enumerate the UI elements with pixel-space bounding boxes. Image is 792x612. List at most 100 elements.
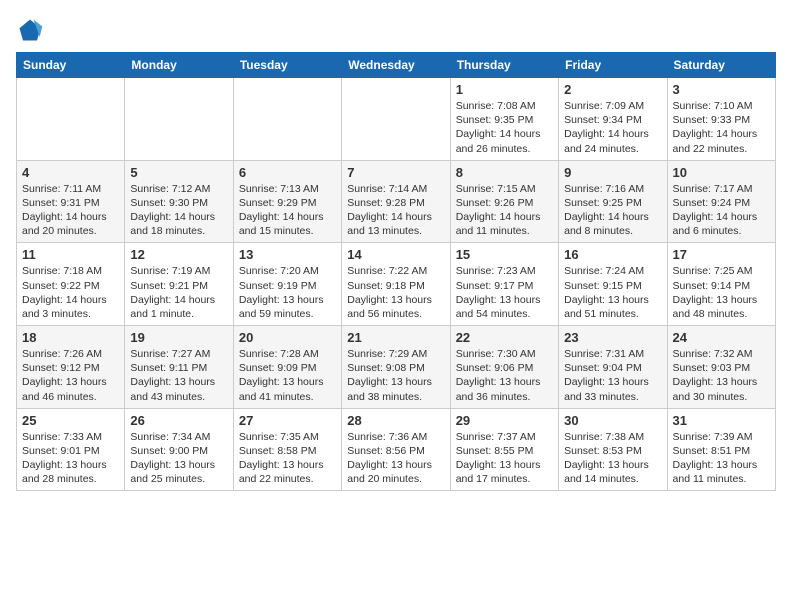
day-info: Sunrise: 7:26 AM Sunset: 9:12 PM Dayligh… [22, 347, 119, 404]
day-info: Sunrise: 7:22 AM Sunset: 9:18 PM Dayligh… [347, 264, 444, 321]
day-number: 16 [564, 247, 661, 262]
day-info: Sunrise: 7:36 AM Sunset: 8:56 PM Dayligh… [347, 430, 444, 487]
day-info: Sunrise: 7:18 AM Sunset: 9:22 PM Dayligh… [22, 264, 119, 321]
day-info: Sunrise: 7:13 AM Sunset: 9:29 PM Dayligh… [239, 182, 336, 239]
day-info: Sunrise: 7:14 AM Sunset: 9:28 PM Dayligh… [347, 182, 444, 239]
day-number: 3 [673, 82, 770, 97]
weekday-header-sunday: Sunday [17, 53, 125, 78]
calendar-cell: 22Sunrise: 7:30 AM Sunset: 9:06 PM Dayli… [450, 326, 558, 409]
day-info: Sunrise: 7:31 AM Sunset: 9:04 PM Dayligh… [564, 347, 661, 404]
weekday-header-friday: Friday [559, 53, 667, 78]
calendar-cell: 10 Sunrise: 7:17 AM Sunset: 9:24 PM Dayli… [667, 160, 775, 243]
day-number: 8 [456, 165, 553, 180]
day-info: Sunrise: 7:08 AM Sunset: 9:35 PM Dayligh… [456, 99, 553, 156]
calendar-week-row: 1 Sunrise: 7:08 AM Sunset: 9:35 PM Daylig… [17, 78, 776, 161]
weekday-header-monday: Monday [125, 53, 233, 78]
calendar-cell: 23 Sunrise: 7:31 AM Sunset: 9:04 PM Dayli… [559, 326, 667, 409]
calendar-cell: 25 Sunrise: 7:33 AM Sunset: 9:01 PM Dayli… [17, 408, 125, 491]
day-info: Sunrise: 7:09 AM Sunset: 9:34 PM Dayligh… [564, 99, 661, 156]
calendar-cell: 21 Sunrise: 7:29 AM Sunset: 9:08 PM Dayli… [342, 326, 450, 409]
day-info: Sunrise: 7:16 AM Sunset: 9:25 PM Dayligh… [564, 182, 661, 239]
day-number: 15 [456, 247, 553, 262]
day-number: 21 [347, 330, 444, 345]
calendar-cell: 6 Sunrise: 7:13 AM Sunset: 9:29 PM Daylig… [233, 160, 341, 243]
calendar-cell: 16 Sunrise: 7:24 AM Sunset: 9:15 PM Dayli… [559, 243, 667, 326]
day-number: 27 [239, 413, 336, 428]
page-header [16, 16, 776, 44]
day-number: 25 [22, 413, 119, 428]
day-number: 12 [130, 247, 227, 262]
calendar-cell: 2 Sunrise: 7:09 AM Sunset: 9:34 PM Daylig… [559, 78, 667, 161]
day-info: Sunrise: 7:38 AM Sunset: 8:53 PM Dayligh… [564, 430, 661, 487]
calendar-cell: 28 Sunrise: 7:36 AM Sunset: 8:56 PM Dayli… [342, 408, 450, 491]
weekday-header-thursday: Thursday [450, 53, 558, 78]
calendar-cell: 30 Sunrise: 7:38 AM Sunset: 8:53 PM Dayli… [559, 408, 667, 491]
day-number: 6 [239, 165, 336, 180]
calendar-cell: 4Sunrise: 7:11 AM Sunset: 9:31 PM Daylig… [17, 160, 125, 243]
day-number: 19 [130, 330, 227, 345]
calendar-cell: 27 Sunrise: 7:35 AM Sunset: 8:58 PM Dayli… [233, 408, 341, 491]
day-number: 20 [239, 330, 336, 345]
calendar-week-row: 18 Sunrise: 7:26 AM Sunset: 9:12 PM Dayli… [17, 326, 776, 409]
calendar-cell: 9Sunrise: 7:16 AM Sunset: 9:25 PM Daylig… [559, 160, 667, 243]
day-number: 7 [347, 165, 444, 180]
weekday-header-tuesday: Tuesday [233, 53, 341, 78]
calendar-cell: 29 Sunrise: 7:37 AM Sunset: 8:55 PM Dayli… [450, 408, 558, 491]
day-info: Sunrise: 7:33 AM Sunset: 9:01 PM Dayligh… [22, 430, 119, 487]
day-number: 26 [130, 413, 227, 428]
calendar-cell: 3 Sunrise: 7:10 AM Sunset: 9:33 PM Daylig… [667, 78, 775, 161]
day-info: Sunrise: 7:10 AM Sunset: 9:33 PM Dayligh… [673, 99, 770, 156]
calendar-cell [233, 78, 341, 161]
day-info: Sunrise: 7:15 AM Sunset: 9:26 PM Dayligh… [456, 182, 553, 239]
day-number: 1 [456, 82, 553, 97]
calendar-cell: 11Sunrise: 7:18 AM Sunset: 9:22 PM Dayli… [17, 243, 125, 326]
day-info: Sunrise: 7:17 AM Sunset: 9:24 PM Dayligh… [673, 182, 770, 239]
calendar-table: SundayMondayTuesdayWednesdayThursdayFrid… [16, 52, 776, 491]
day-info: Sunrise: 7:24 AM Sunset: 9:15 PM Dayligh… [564, 264, 661, 321]
day-info: Sunrise: 7:39 AM Sunset: 8:51 PM Dayligh… [673, 430, 770, 487]
calendar-cell [17, 78, 125, 161]
weekday-header-wednesday: Wednesday [342, 53, 450, 78]
day-info: Sunrise: 7:25 AM Sunset: 9:14 PM Dayligh… [673, 264, 770, 321]
calendar-cell: 17Sunrise: 7:25 AM Sunset: 9:14 PM Dayli… [667, 243, 775, 326]
calendar-cell: 15 Sunrise: 7:23 AM Sunset: 9:17 PM Dayli… [450, 243, 558, 326]
calendar-cell: 1 Sunrise: 7:08 AM Sunset: 9:35 PM Daylig… [450, 78, 558, 161]
day-info: Sunrise: 7:23 AM Sunset: 9:17 PM Dayligh… [456, 264, 553, 321]
day-number: 29 [456, 413, 553, 428]
calendar-cell: 24 Sunrise: 7:32 AM Sunset: 9:03 PM Dayli… [667, 326, 775, 409]
day-info: Sunrise: 7:37 AM Sunset: 8:55 PM Dayligh… [456, 430, 553, 487]
calendar-cell: 19 Sunrise: 7:27 AM Sunset: 9:11 PM Dayli… [125, 326, 233, 409]
calendar-week-row: 11Sunrise: 7:18 AM Sunset: 9:22 PM Dayli… [17, 243, 776, 326]
calendar-cell: 20 Sunrise: 7:28 AM Sunset: 9:09 PM Dayli… [233, 326, 341, 409]
day-number: 5 [130, 165, 227, 180]
day-info: Sunrise: 7:35 AM Sunset: 8:58 PM Dayligh… [239, 430, 336, 487]
day-info: Sunrise: 7:11 AM Sunset: 9:31 PM Dayligh… [22, 182, 119, 239]
day-number: 28 [347, 413, 444, 428]
calendar-cell: 7 Sunrise: 7:14 AM Sunset: 9:28 PM Daylig… [342, 160, 450, 243]
day-number: 24 [673, 330, 770, 345]
calendar-week-row: 4Sunrise: 7:11 AM Sunset: 9:31 PM Daylig… [17, 160, 776, 243]
day-info: Sunrise: 7:12 AM Sunset: 9:30 PM Dayligh… [130, 182, 227, 239]
day-info: Sunrise: 7:28 AM Sunset: 9:09 PM Dayligh… [239, 347, 336, 404]
day-number: 31 [673, 413, 770, 428]
day-info: Sunrise: 7:32 AM Sunset: 9:03 PM Dayligh… [673, 347, 770, 404]
day-number: 22 [456, 330, 553, 345]
day-info: Sunrise: 7:20 AM Sunset: 9:19 PM Dayligh… [239, 264, 336, 321]
day-info: Sunrise: 7:19 AM Sunset: 9:21 PM Dayligh… [130, 264, 227, 321]
day-number: 18 [22, 330, 119, 345]
day-number: 23 [564, 330, 661, 345]
day-info: Sunrise: 7:27 AM Sunset: 9:11 PM Dayligh… [130, 347, 227, 404]
day-number: 10 [673, 165, 770, 180]
day-info: Sunrise: 7:29 AM Sunset: 9:08 PM Dayligh… [347, 347, 444, 404]
calendar-week-row: 25 Sunrise: 7:33 AM Sunset: 9:01 PM Dayli… [17, 408, 776, 491]
calendar-cell: 12 Sunrise: 7:19 AM Sunset: 9:21 PM Dayli… [125, 243, 233, 326]
calendar-cell: 5 Sunrise: 7:12 AM Sunset: 9:30 PM Daylig… [125, 160, 233, 243]
calendar-cell: 13 Sunrise: 7:20 AM Sunset: 9:19 PM Dayli… [233, 243, 341, 326]
logo-icon [16, 16, 44, 44]
day-number: 13 [239, 247, 336, 262]
day-number: 2 [564, 82, 661, 97]
calendar-cell: 14Sunrise: 7:22 AM Sunset: 9:18 PM Dayli… [342, 243, 450, 326]
day-number: 30 [564, 413, 661, 428]
calendar-cell: 26Sunrise: 7:34 AM Sunset: 9:00 PM Dayli… [125, 408, 233, 491]
logo [16, 16, 48, 44]
